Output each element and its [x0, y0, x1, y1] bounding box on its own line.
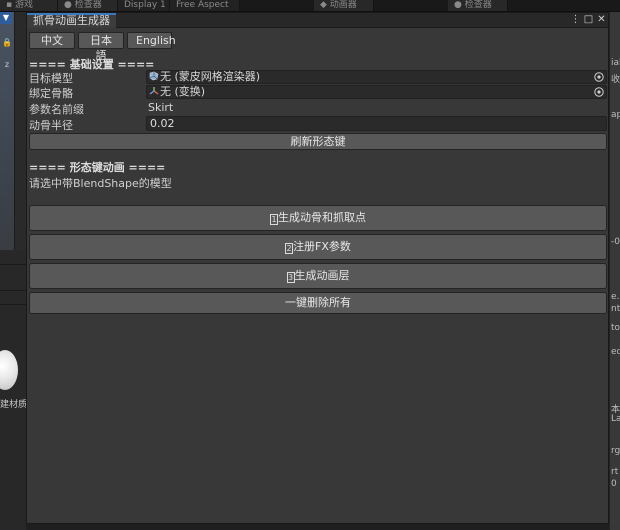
bone-radius-label: 动骨半径	[29, 119, 73, 132]
right-text-fragment: 收网	[611, 75, 620, 85]
right-text-fragment: to	[611, 323, 620, 333]
right-text-fragment: rg	[611, 446, 620, 456]
target-model-label: 目标模型	[29, 72, 73, 85]
kebab-menu-icon[interactable]: ⋮	[570, 14, 581, 26]
generate-bones-button[interactable]: 1生成动骨和抓取点	[29, 205, 607, 231]
right-text-fragment: nts	[611, 304, 620, 314]
skinned-mesh-icon	[149, 71, 159, 81]
close-icon[interactable]: ✕	[596, 14, 607, 26]
bg-tab-animator[interactable]: ◆ 动画器	[314, 0, 374, 11]
z-axis-icon[interactable]: z	[1, 60, 13, 69]
object-picker-icon[interactable]	[593, 71, 605, 83]
bind-bone-field[interactable]: 无 (变换)	[146, 85, 607, 99]
scene-view-preview	[0, 12, 14, 250]
divider	[0, 264, 26, 265]
step-one-icon: 1	[270, 214, 278, 225]
maximize-icon[interactable]: □	[583, 14, 594, 26]
lock-icon[interactable]: 🔒	[1, 38, 13, 47]
bg-tab-inspector[interactable]: ● 检查器	[58, 0, 118, 11]
right-text-fragment: ap	[611, 110, 620, 120]
bind-bone-label: 绑定骨骼	[29, 87, 73, 100]
language-button-japanese[interactable]: 日本語	[78, 32, 124, 62]
animator-icon: ◆	[320, 0, 330, 10]
step-three-icon: 3	[286, 272, 295, 283]
target-model-field[interactable]: 无 (蒙皮网格渲染器)	[146, 70, 607, 84]
right-text-fragment: -0	[611, 237, 620, 247]
material-label: 建材质	[0, 400, 28, 410]
generate-animation-layer-button[interactable]: 3生成动画层	[29, 263, 607, 289]
window-titlebar[interactable]: 抓骨动画生成器 ⋮ □ ✕	[27, 13, 608, 28]
delete-all-button[interactable]: 一键删除所有	[29, 292, 607, 314]
divider	[0, 304, 26, 305]
transform-icon	[149, 87, 159, 95]
language-button-chinese[interactable]: 中文	[29, 32, 75, 49]
select-model-hint: 请选中带BlendShape的模型	[29, 177, 172, 190]
shapekey-section-header: ==== 形态键动画 ====	[29, 161, 166, 174]
bg-display-select[interactable]: Display 1	[118, 0, 170, 11]
gamepad-icon: ▪	[6, 0, 15, 10]
bone-radius-input[interactable]: 0.02	[146, 116, 607, 131]
dropdown-arrow-icon[interactable]: ▼	[0, 12, 12, 24]
bone-animation-generator-window: 抓骨动画生成器 ⋮ □ ✕ 中文 日本語 English ==== 基础设置 =…	[26, 12, 609, 524]
refresh-shapekeys-button[interactable]: 刷新形态键	[29, 133, 607, 150]
scene-toolbar-strip	[14, 12, 26, 250]
bg-aspect-select[interactable]: Free Aspect	[170, 0, 240, 11]
info-icon: ●	[454, 0, 465, 10]
register-fx-params-button[interactable]: 2注册FX参数	[29, 234, 607, 260]
divider	[0, 290, 26, 291]
right-text-fragment: 0	[611, 479, 617, 489]
right-text-fragment: ial	[611, 58, 620, 68]
right-text-fragment: rt	[611, 467, 619, 477]
right-text-fragment: edit	[611, 347, 620, 357]
object-picker-icon[interactable]	[593, 86, 605, 98]
param-prefix-field[interactable]: Skirt	[146, 101, 607, 115]
param-prefix-label: 参数名前缀	[29, 103, 84, 116]
project-panel	[0, 250, 26, 530]
background-tab-bar: ▪ 游戏 ● 检查器 Display 1 Free Aspect ◆ 动画器 ●…	[0, 0, 620, 12]
right-text-fragment: La	[611, 414, 620, 424]
right-text-fragment: e.	[611, 292, 620, 302]
language-button-english[interactable]: English	[127, 32, 176, 49]
bg-tab-game[interactable]: ▪ 游戏	[0, 0, 58, 11]
step-two-icon: 2	[285, 243, 294, 254]
info-icon: ●	[64, 0, 75, 10]
window-tab[interactable]: 抓骨动画生成器	[27, 13, 116, 28]
bg-tab-inspector-2[interactable]: ● 检查器	[448, 0, 508, 11]
